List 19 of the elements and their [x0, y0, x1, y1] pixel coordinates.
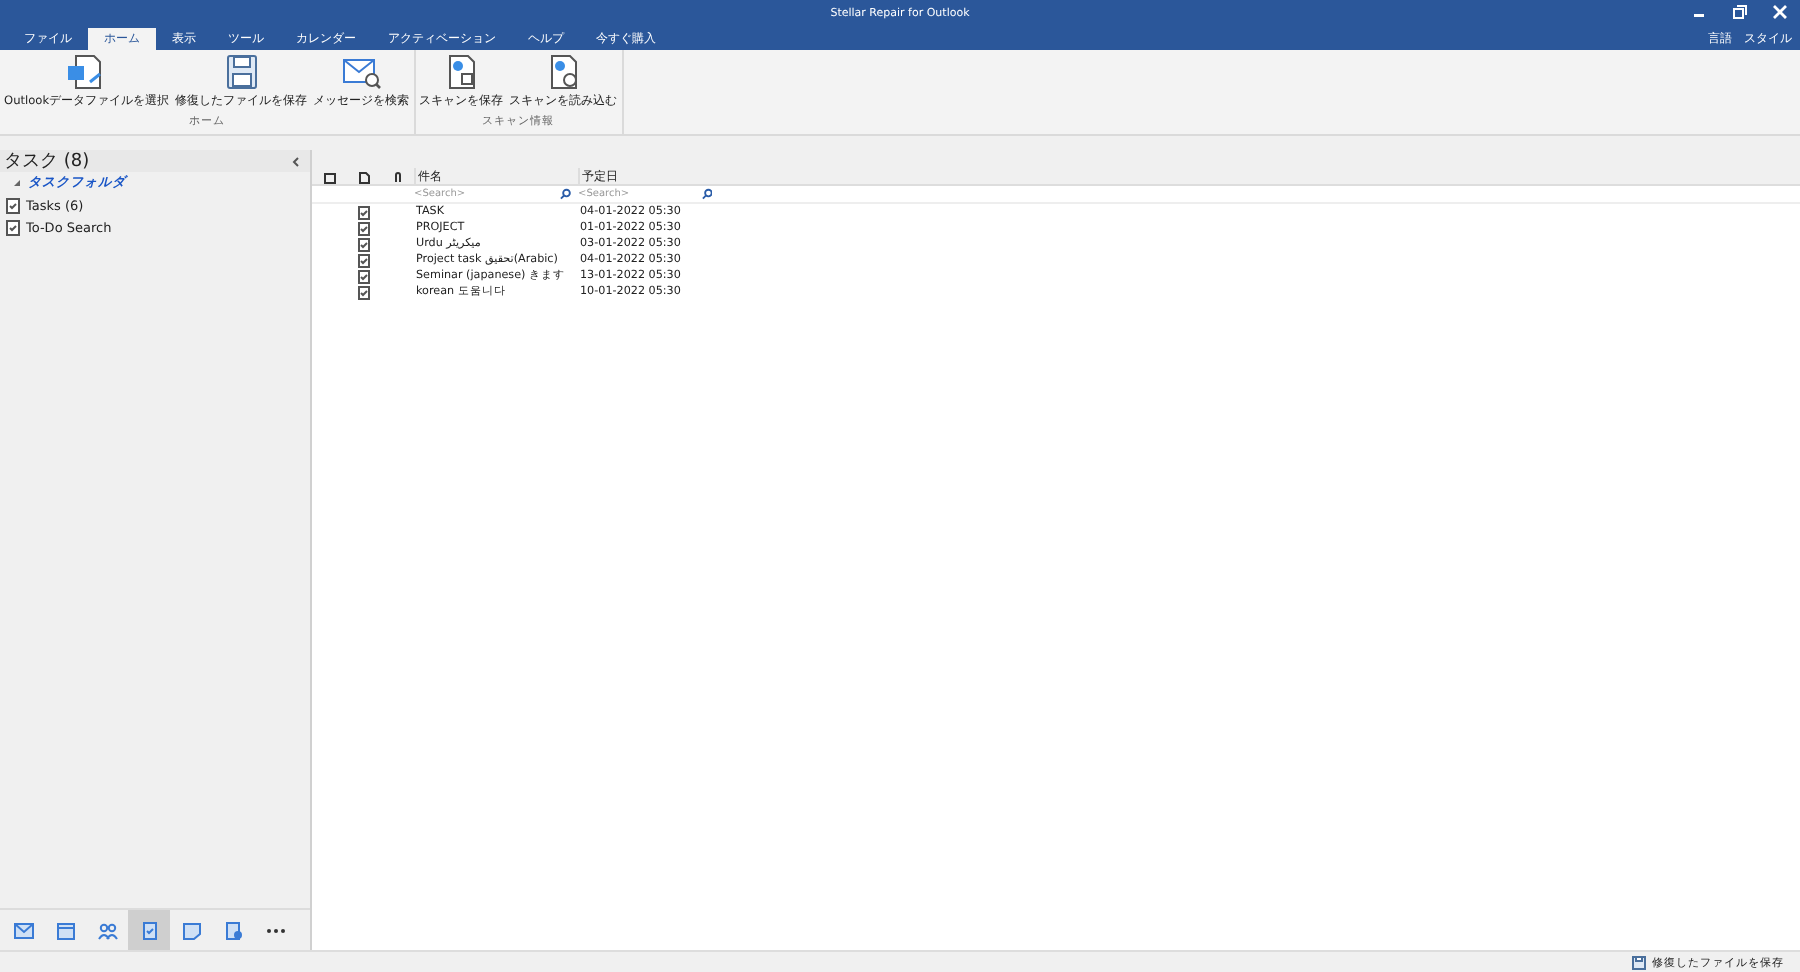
tasks-nav-button[interactable]: [128, 910, 170, 950]
calendar-icon[interactable]: [55, 921, 75, 939]
document-icon: [357, 171, 369, 183]
mail-icon[interactable]: [13, 921, 33, 939]
notes-icon[interactable]: [181, 921, 201, 939]
importance-icon: [323, 171, 335, 183]
search-icon: [701, 188, 712, 200]
search-icon: [560, 188, 572, 200]
pane-title: タスク (8): [4, 150, 90, 174]
task-icon: [6, 219, 20, 235]
contacts-icon[interactable]: [97, 921, 117, 939]
expand-icon: [12, 178, 22, 188]
collapse-icon[interactable]: [290, 155, 302, 167]
restore-icon[interactable]: [1732, 4, 1748, 20]
task-icon: [6, 197, 20, 213]
journal-icon[interactable]: [223, 921, 243, 939]
close-icon[interactable]: [1772, 4, 1788, 20]
attachment-icon: [393, 171, 401, 183]
tasks-icon[interactable]: [139, 921, 159, 939]
